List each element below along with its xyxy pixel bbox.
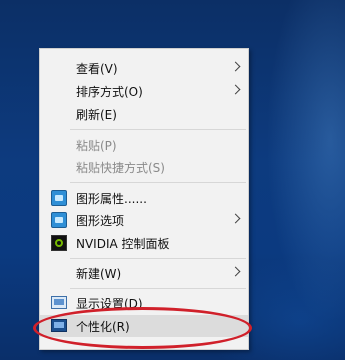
menu-item-graphics-options[interactable]: 图形选项: [40, 209, 248, 231]
menu-item-nvidia-control-panel[interactable]: NVIDIA 控制面板: [40, 232, 248, 254]
menu-item-label: 个性化(R): [76, 319, 130, 334]
intel-graphics-icon: [51, 212, 67, 228]
menu-item-paste[interactable]: 粘贴(P): [40, 134, 248, 156]
menu-item-label: 粘贴快捷方式(S): [76, 160, 165, 175]
nvidia-icon: [51, 235, 67, 251]
menu-item-display-settings[interactable]: 显示设置(D): [40, 292, 248, 314]
chevron-right-icon: [230, 266, 241, 277]
intel-graphics-icon: [51, 190, 67, 206]
menu-item-label: 新建(W): [76, 266, 122, 281]
menu-item-label: 图形属性......: [76, 191, 147, 206]
menu-item-graphics-properties[interactable]: 图形属性......: [40, 187, 248, 209]
menu-item-label: 查看(V): [76, 61, 118, 76]
chevron-right-icon: [230, 61, 241, 72]
menu-separator: [70, 258, 246, 259]
menu-item-label: 粘贴(P): [76, 138, 117, 153]
menu-separator: [70, 129, 246, 130]
menu-item-label: 显示设置(D): [76, 296, 143, 311]
menu-item-view[interactable]: 查看(V): [40, 57, 248, 79]
menu-item-refresh[interactable]: 刷新(E): [40, 103, 248, 125]
menu-item-personalize[interactable]: 个性化(R): [40, 315, 248, 337]
menu-item-paste-shortcut[interactable]: 粘贴快捷方式(S): [40, 156, 248, 178]
personalize-icon: [51, 319, 67, 332]
menu-item-new[interactable]: 新建(W): [40, 262, 248, 284]
menu-separator: [70, 182, 246, 183]
chevron-right-icon: [230, 213, 241, 224]
menu-item-label: NVIDIA 控制面板: [76, 236, 170, 251]
menu-separator: [70, 288, 246, 289]
menu-item-label: 图形选项: [76, 213, 125, 228]
display-settings-icon: [51, 296, 67, 309]
menu-item-label: 刷新(E): [76, 107, 117, 122]
desktop-context-menu: 查看(V) 排序方式(O) 刷新(E) 粘贴(P) 粘贴快捷方式(S) 图形属性…: [39, 48, 249, 350]
chevron-right-icon: [230, 84, 241, 95]
menu-item-sort-by[interactable]: 排序方式(O): [40, 80, 248, 102]
menu-item-label: 排序方式(O): [76, 84, 143, 99]
